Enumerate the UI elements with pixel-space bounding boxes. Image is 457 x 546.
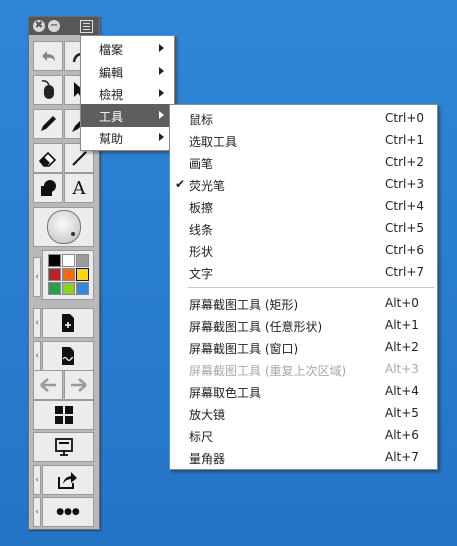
color-swatch[interactable] bbox=[48, 254, 61, 267]
pen-tool-button[interactable] bbox=[33, 109, 63, 139]
color-swatch[interactable] bbox=[76, 282, 89, 295]
chevron-right-icon bbox=[159, 111, 164, 119]
line-icon bbox=[72, 151, 87, 166]
text-tool-button[interactable]: A bbox=[64, 173, 94, 203]
tools-submenu: 鼠标 Ctrl+0 选取工具 Ctrl+1 画笔 Ctrl+2 ✔ 荧光笔 Ctrl+3 … bbox=[169, 104, 438, 470]
color-swatch[interactable] bbox=[48, 282, 61, 295]
menu-item-view[interactable]: 檢視 bbox=[81, 82, 174, 105]
submenu-item-highlighter[interactable]: ✔ 荧光笔 Ctrl+3 bbox=[170, 174, 437, 196]
share-prev-arrow[interactable]: ‹ bbox=[33, 465, 41, 495]
minimize-icon[interactable]: − bbox=[48, 20, 60, 32]
submenu-item-protractor[interactable]: 量角器 Alt+7 bbox=[170, 447, 437, 469]
submenu-item-text[interactable]: 文字 Ctrl+7 bbox=[170, 262, 437, 284]
more-button[interactable]: ●●● bbox=[42, 497, 94, 527]
chevron-right-icon bbox=[159, 89, 164, 97]
shapes-icon bbox=[41, 180, 56, 196]
submenu-item-ruler[interactable]: 标尺 Alt+6 bbox=[170, 425, 437, 447]
arrow-left-icon bbox=[40, 378, 56, 392]
checkmark-icon: ✔ bbox=[175, 177, 186, 191]
color-swatch[interactable] bbox=[76, 268, 89, 281]
submenu-item-shape[interactable]: 形状 Ctrl+6 bbox=[170, 240, 437, 262]
more-prev-arrow[interactable]: ‹ bbox=[33, 497, 41, 527]
presentation-mode-button[interactable] bbox=[33, 432, 94, 462]
toolbox-titlebar[interactable]: ✖ − bbox=[29, 17, 99, 35]
undo-button[interactable] bbox=[33, 41, 63, 71]
eraser-icon bbox=[38, 151, 57, 167]
mouse-tool-button[interactable] bbox=[33, 75, 63, 105]
pen-icon bbox=[41, 116, 56, 131]
menu-item-help[interactable]: 幫助 bbox=[81, 126, 174, 149]
shape-tool-button[interactable] bbox=[33, 173, 63, 203]
pen-width-dial[interactable] bbox=[46, 210, 81, 244]
eraser-tool-button[interactable] bbox=[33, 143, 63, 173]
undo-icon bbox=[42, 51, 55, 61]
color-palette bbox=[42, 250, 94, 300]
capture-freeform-prev-arrow[interactable]: ‹ bbox=[33, 341, 41, 371]
color-swatch[interactable] bbox=[76, 254, 89, 267]
color-swatch[interactable] bbox=[48, 268, 61, 281]
pen-width-dial-panel bbox=[33, 207, 94, 247]
submenu-item-capture-freeform[interactable]: 屏幕截图工具 (任意形状) Alt+1 bbox=[170, 315, 437, 337]
share-icon bbox=[58, 472, 77, 489]
capture-rect-prev-arrow[interactable]: ‹ bbox=[33, 308, 41, 338]
color-swatch[interactable] bbox=[62, 282, 75, 295]
hamburger-menu-icon[interactable] bbox=[80, 20, 93, 33]
capture-freeform-button[interactable] bbox=[42, 341, 94, 371]
submenu-item-capture-window[interactable]: 屏幕截图工具 (窗口) Alt+2 bbox=[170, 337, 437, 359]
grid-icon bbox=[54, 406, 73, 424]
chevron-right-icon bbox=[159, 44, 164, 52]
text-tool-icon: A bbox=[72, 177, 86, 199]
chevron-right-icon bbox=[159, 133, 164, 141]
close-icon[interactable]: ✖ bbox=[33, 20, 45, 32]
menu-item-file[interactable]: 檔案 bbox=[81, 37, 174, 60]
page-overview-button[interactable] bbox=[33, 400, 94, 430]
submenu-item-magnifier[interactable]: 放大镜 Alt+5 bbox=[170, 403, 437, 425]
share-button[interactable] bbox=[42, 465, 94, 495]
mouse-icon bbox=[41, 80, 54, 99]
more-dots-icon: ●●● bbox=[56, 507, 80, 517]
arrow-right-icon bbox=[71, 378, 87, 392]
menu-separator bbox=[188, 287, 434, 288]
submenu-item-capture-rect[interactable]: 屏幕截图工具 (矩形) Alt+0 bbox=[170, 293, 437, 315]
submenu-item-select-tool[interactable]: 选取工具 Ctrl+1 bbox=[170, 130, 437, 152]
new-page-icon bbox=[62, 314, 74, 332]
color-swatch[interactable] bbox=[62, 268, 75, 281]
menu-item-tools[interactable]: 工具 bbox=[81, 104, 174, 127]
submenu-item-line[interactable]: 线条 Ctrl+5 bbox=[170, 218, 437, 240]
monitor-icon bbox=[54, 438, 73, 456]
submenu-item-capture-repeat: 屏幕截图工具 (重复上次区域) Alt+3 bbox=[189, 362, 419, 378]
next-page-button[interactable] bbox=[64, 370, 94, 400]
chevron-right-icon bbox=[159, 67, 164, 75]
previous-page-button[interactable] bbox=[33, 370, 63, 400]
submenu-item-color-picker[interactable]: 屏幕取色工具 Alt+4 bbox=[170, 381, 437, 403]
page-wave-icon bbox=[62, 347, 74, 365]
submenu-item-pen[interactable]: 画笔 Ctrl+2 bbox=[170, 152, 437, 174]
main-menu: 檔案 編輯 檢視 工具 幫助 bbox=[80, 35, 175, 151]
menu-item-edit[interactable]: 編輯 bbox=[81, 60, 174, 83]
submenu-item-mouse[interactable]: 鼠标 Ctrl+0 bbox=[170, 108, 437, 130]
capture-rect-button[interactable] bbox=[42, 308, 94, 338]
submenu-item-eraser[interactable]: 板擦 Ctrl+4 bbox=[170, 196, 437, 218]
palette-prev-arrow[interactable]: ‹ bbox=[33, 257, 41, 297]
color-swatch[interactable] bbox=[62, 254, 75, 267]
